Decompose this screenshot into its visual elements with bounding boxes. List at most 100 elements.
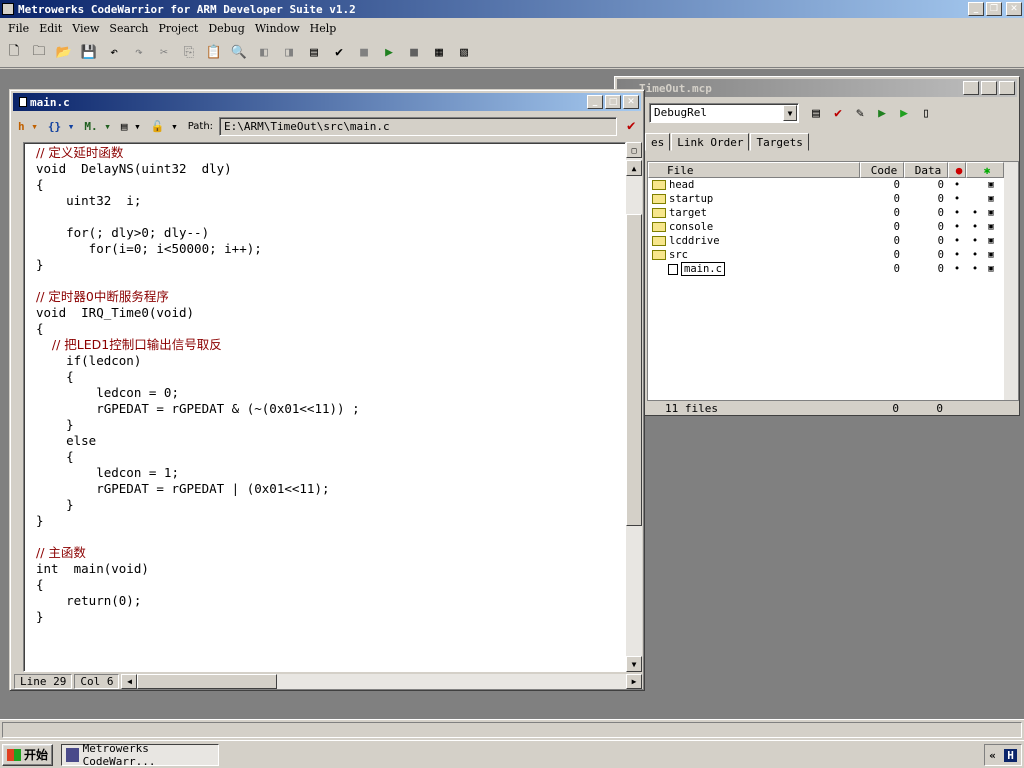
run-icon[interactable]: ▶ (893, 103, 915, 123)
lock-icon[interactable]: 🔓 ▾ (151, 120, 178, 133)
debug-flag[interactable]: • (948, 263, 966, 275)
file-row[interactable]: head 0 0 • ▣ (648, 178, 1018, 192)
taskbar-item-codewarrior[interactable]: Metrowerks CodeWarr... (61, 742, 220, 768)
debug-flag[interactable]: • (948, 249, 966, 261)
file-menu-icon[interactable]: ▣ (984, 222, 998, 232)
file-row[interactable]: lcddrive 0 0 • • ▣ (648, 234, 1018, 248)
find-icon[interactable]: 🔍 (229, 43, 249, 63)
minimize-button[interactable]: _ (968, 2, 984, 16)
menu-debug[interactable]: Debug (204, 22, 251, 35)
editor-title-bar[interactable]: main.c _ □ ✕ (13, 93, 641, 111)
chevron-down-icon[interactable]: ▼ (783, 105, 797, 121)
project-title-bar[interactable]: TimeOut.mcp _ □ ✕ (617, 79, 1017, 97)
make-icon[interactable]: ✔ (827, 103, 849, 123)
scroll-thumb[interactable] (626, 214, 642, 526)
menu-help[interactable]: Help (306, 22, 343, 35)
debug-flag[interactable]: • (948, 193, 966, 205)
tab-link-order[interactable]: Link Order (671, 133, 750, 151)
editor-minimize-button[interactable]: _ (587, 95, 603, 109)
col-code[interactable]: Code (860, 162, 904, 178)
functions-button[interactable]: {} ▾ (48, 120, 75, 133)
tab-targets[interactable]: Targets (750, 133, 809, 151)
cut-icon[interactable]: ✂ (154, 43, 174, 63)
menu-search[interactable]: Search (105, 22, 154, 35)
restore-button[interactable]: ❐ (986, 2, 1002, 16)
file-list-scrollbar[interactable] (1004, 162, 1018, 400)
target-flag[interactable]: • (966, 249, 984, 261)
back-icon[interactable]: ◧ (254, 43, 274, 63)
target-select[interactable]: DebugRel ▼ (649, 103, 799, 123)
scroll-up-icon[interactable]: ▲ (626, 160, 642, 176)
vcs-check-icon[interactable]: ✔ (627, 118, 635, 134)
make-icon[interactable]: ✔ (329, 43, 349, 63)
file-row[interactable]: main.c 0 0 • • ▣ (648, 262, 1018, 276)
save-icon[interactable]: 💾 (79, 43, 99, 63)
list-icon[interactable]: ▤ (304, 43, 324, 63)
markers-button[interactable]: M. ▾ (84, 120, 111, 133)
file-menu-icon[interactable]: ▣ (984, 208, 998, 218)
file-row[interactable]: src 0 0 • • ▣ (648, 248, 1018, 262)
file-menu-icon[interactable]: ▣ (984, 180, 998, 190)
file-row[interactable]: target 0 0 • • ▣ (648, 206, 1018, 220)
scroll-left-icon[interactable]: ◀ (121, 673, 138, 689)
col-target-icon[interactable]: ✱ (966, 162, 1004, 178)
debug-flag[interactable]: • (948, 207, 966, 219)
dependency-icon[interactable]: ▯ (915, 103, 937, 123)
file-menu-icon[interactable]: ▣ (984, 250, 998, 260)
debug-icon[interactable]: ▶ (379, 43, 399, 63)
document-settings-icon[interactable]: ▤ ▾ (121, 120, 141, 133)
hscroll-thumb[interactable] (137, 673, 278, 689)
ime-icon[interactable]: H (1004, 748, 1017, 762)
target-flag[interactable]: • (966, 235, 984, 247)
editor-horizontal-scrollbar[interactable]: ◀ ▶ (121, 673, 642, 689)
target-flag[interactable]: • (966, 207, 984, 219)
menu-window[interactable]: Window (251, 22, 306, 35)
run-icon[interactable]: ■ (404, 43, 424, 63)
undo-icon[interactable]: ↶ (104, 43, 124, 63)
menu-edit[interactable]: Edit (35, 22, 68, 35)
scroll-right-icon[interactable]: ▶ (626, 673, 642, 689)
header-files-button[interactable]: h ▾ (18, 120, 38, 133)
target-flag[interactable]: • (966, 221, 984, 233)
target-flag[interactable]: • (966, 263, 984, 275)
check-icon[interactable]: ✎ (849, 103, 871, 123)
debug-icon[interactable]: ▶ (871, 103, 893, 123)
chevron-left-icon[interactable]: « (989, 749, 996, 762)
menu-project[interactable]: Project (155, 22, 205, 35)
project-minimize-button[interactable]: _ (963, 81, 979, 95)
menu-file[interactable]: File (4, 22, 35, 35)
col-debug-icon[interactable]: ● (948, 162, 966, 178)
code-editor[interactable]: // 定义延时函数 void DelayNS(uint32 dly){ uint3… (23, 142, 626, 672)
debug-flag[interactable]: • (948, 179, 966, 191)
tab-files[interactable]: es (645, 133, 671, 151)
open-icon[interactable]: 📂 (54, 43, 74, 63)
menu-view[interactable]: View (68, 22, 105, 35)
copy-icon[interactable]: ⎘ (179, 43, 199, 63)
paste-icon[interactable]: 📋 (204, 43, 224, 63)
col-data[interactable]: Data (904, 162, 948, 178)
forward-icon[interactable]: ◨ (279, 43, 299, 63)
editor-close-button[interactable]: ✕ (623, 95, 639, 109)
file-row[interactable]: startup 0 0 • ▣ (648, 192, 1018, 206)
col-file[interactable]: File (648, 162, 860, 178)
redo-icon[interactable]: ↷ (129, 43, 149, 63)
editor-maximize-button[interactable]: □ (605, 95, 621, 109)
prefs-icon[interactable]: ▧ (454, 43, 474, 63)
stop-icon[interactable]: ■ (354, 43, 374, 63)
target-settings-icon[interactable]: ▤ (805, 103, 827, 123)
project-close-button[interactable]: ✕ (999, 81, 1015, 95)
file-menu-icon[interactable]: ▣ (984, 194, 998, 204)
debug-flag[interactable]: • (948, 235, 966, 247)
file-menu-icon[interactable]: ▣ (984, 236, 998, 246)
debug-flag[interactable]: • (948, 221, 966, 233)
disasm-icon[interactable]: ▦ (429, 43, 449, 63)
editor-vertical-scrollbar[interactable]: □ ▲ ▼ (626, 142, 642, 672)
new-project-icon[interactable]: 🗀 (29, 43, 49, 63)
project-maximize-button[interactable]: □ (981, 81, 997, 95)
scroll-down-icon[interactable]: ▼ (626, 656, 642, 672)
close-button[interactable]: ✕ (1006, 2, 1022, 16)
start-button[interactable]: 开始 (2, 743, 54, 766)
file-menu-icon[interactable]: ▣ (984, 264, 998, 274)
file-row[interactable]: console 0 0 • • ▣ (648, 220, 1018, 234)
scroll-split-icon[interactable]: □ (626, 142, 642, 158)
